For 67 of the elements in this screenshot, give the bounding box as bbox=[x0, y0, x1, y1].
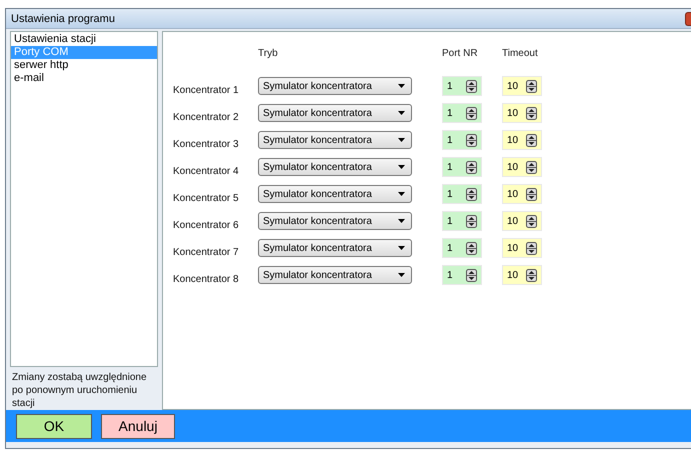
sidebar-item[interactable]: e-mail bbox=[11, 72, 157, 85]
row-label: Koncentrator 5 bbox=[173, 192, 240, 204]
row-label: Koncentrator 8 bbox=[173, 272, 240, 284]
spin-arrows-icon bbox=[526, 106, 537, 120]
spin-arrows-icon bbox=[466, 106, 477, 120]
row-label: Koncentrator 7 bbox=[173, 246, 240, 258]
mode-dropdown[interactable]: Symulator koncentratora bbox=[258, 131, 412, 149]
mode-dropdown[interactable]: Symulator koncentratora bbox=[258, 239, 412, 257]
spin-arrows-icon bbox=[526, 134, 537, 146]
mode-dropdown[interactable]: Symulator koncentratora bbox=[258, 185, 412, 203]
spin-arrows-icon bbox=[466, 268, 477, 282]
spin-arrows-icon bbox=[466, 134, 477, 146]
caret-icon bbox=[398, 111, 405, 115]
row-label: Koncentrator 4 bbox=[173, 164, 240, 176]
port-spinner[interactable]: 1 bbox=[442, 76, 482, 96]
spin-arrows-icon bbox=[526, 268, 537, 282]
timeout-spinner[interactable]: 10 bbox=[502, 130, 542, 150]
spin-arrows-icon bbox=[466, 214, 477, 228]
spin-arrows-icon bbox=[526, 188, 537, 200]
mode-dropdown[interactable]: Symulator koncentratora bbox=[258, 104, 412, 122]
timeout-spinner[interactable]: 10 bbox=[502, 184, 542, 204]
spin-arrows-icon bbox=[466, 160, 477, 174]
dialog-button[interactable]: Anuluj bbox=[101, 414, 175, 438]
spin-arrows-icon bbox=[526, 242, 537, 254]
port-spinner[interactable]: 1 bbox=[442, 130, 482, 150]
timeout-spinner[interactable]: 10 bbox=[502, 103, 542, 123]
port-spinner[interactable]: 1 bbox=[442, 238, 482, 258]
port-spinner[interactable]: 1 bbox=[442, 157, 482, 177]
spin-arrows-icon bbox=[466, 80, 477, 92]
port-spinner[interactable]: 1 bbox=[442, 103, 482, 123]
caret-icon bbox=[398, 219, 405, 223]
caret-icon bbox=[398, 84, 405, 88]
port-spinner[interactable]: 1 bbox=[442, 184, 482, 204]
caret-icon bbox=[398, 246, 405, 250]
caret-icon bbox=[398, 273, 405, 277]
port-spinner[interactable]: 1 bbox=[442, 211, 482, 231]
spin-arrows-icon bbox=[526, 160, 537, 174]
spin-arrows-icon bbox=[466, 188, 477, 200]
window-title: Ustawienia programu bbox=[10, 12, 115, 24]
column-header: Tryb bbox=[258, 48, 279, 59]
sidebar-item[interactable]: serwer http bbox=[11, 59, 157, 72]
mode-dropdown[interactable]: Symulator koncentratora bbox=[258, 158, 412, 176]
caret-icon bbox=[398, 165, 405, 169]
spin-arrows-icon bbox=[526, 80, 537, 92]
port-spinner[interactable]: 1 bbox=[442, 265, 482, 285]
mode-dropdown[interactable]: Symulator koncentratora bbox=[258, 77, 412, 95]
caret-icon bbox=[398, 138, 405, 142]
spin-arrows-icon bbox=[526, 214, 537, 228]
row-label: Koncentrator 2 bbox=[173, 110, 240, 122]
timeout-spinner[interactable]: 10 bbox=[502, 76, 542, 96]
timeout-spinner[interactable]: 10 bbox=[502, 157, 542, 177]
mode-dropdown[interactable]: Symulator koncentratora bbox=[258, 212, 412, 230]
column-header: Port NR bbox=[442, 48, 479, 59]
row-label: Koncentrator 3 bbox=[173, 138, 240, 150]
sidebar-item[interactable]: Ustawienia stacji bbox=[11, 33, 157, 46]
timeout-spinner[interactable]: 10 bbox=[502, 211, 542, 231]
close-button[interactable] bbox=[685, 12, 691, 26]
dialog-button[interactable]: OK bbox=[16, 414, 92, 438]
row-label: Koncentrator 1 bbox=[173, 84, 240, 96]
mode-dropdown[interactable]: Symulator koncentratora bbox=[258, 266, 412, 284]
caret-icon bbox=[398, 192, 405, 196]
restart-note: Zmiany zostabą uwzględnione po ponownym uruchomieniu stacji bbox=[11, 371, 148, 410]
column-header: Timeout bbox=[502, 48, 539, 59]
row-label: Koncentrator 6 bbox=[173, 218, 240, 230]
timeout-spinner[interactable]: 10 bbox=[502, 265, 542, 285]
timeout-spinner[interactable]: 10 bbox=[502, 238, 542, 258]
spin-arrows-icon bbox=[466, 242, 477, 254]
